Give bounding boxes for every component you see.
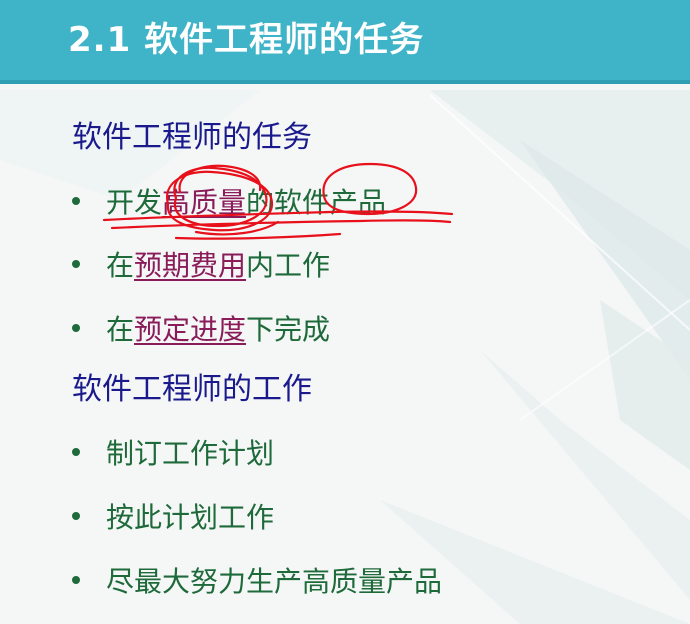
bullet-dot-icon bbox=[72, 512, 80, 520]
bullet-text: 尽最大努力生产高质量产品 bbox=[106, 565, 443, 598]
title-bar: 2.1 软件工程师的任务 bbox=[0, 0, 690, 84]
bullet-item: 在预期费用内工作 bbox=[72, 245, 330, 287]
bullet-text: 内工作 bbox=[246, 249, 331, 282]
bullet-text: 在 bbox=[106, 313, 135, 346]
bullet-text: 在 bbox=[106, 249, 135, 282]
bullet-dot-icon bbox=[72, 576, 80, 584]
bullet-item: 按此计划工作 bbox=[72, 497, 274, 539]
bullet-text: 制订工作计划 bbox=[106, 437, 275, 470]
bullet-dot-icon bbox=[72, 260, 80, 268]
bullet-text: 开发 bbox=[106, 186, 163, 219]
section-heading-tasks: 软件工程师的任务 bbox=[72, 120, 312, 155]
section-heading-work: 软件工程师的工作 bbox=[72, 372, 312, 407]
bullet-item: 开发高质量的软件产品 bbox=[72, 182, 386, 224]
bullet-text: 的软件产品 bbox=[246, 186, 387, 219]
hyperlink-scheduled-progress[interactable]: 预定进度 bbox=[134, 313, 246, 346]
bullet-item: 制订工作计划 bbox=[72, 433, 274, 475]
slide-title: 2.1 软件工程师的任务 bbox=[68, 20, 425, 60]
bullet-text: 按此计划工作 bbox=[106, 501, 275, 534]
hyperlink-expected-cost[interactable]: 预期费用 bbox=[134, 249, 246, 282]
bullet-item: 尽最大努力生产高质量产品 bbox=[72, 561, 442, 603]
bullet-dot-icon bbox=[72, 448, 80, 456]
bullet-dot-icon bbox=[72, 324, 80, 332]
hyperlink-high-quality[interactable]: 高质量 bbox=[162, 186, 246, 219]
bullet-item: 在预定进度下完成 bbox=[72, 309, 330, 351]
bullet-text: 下完成 bbox=[246, 313, 331, 346]
bullet-dot-icon bbox=[72, 197, 80, 205]
slide: 2.1 软件工程师的任务 软件工程师的任务 开发高质量的软件产品 在预期费用内工… bbox=[0, 0, 690, 624]
